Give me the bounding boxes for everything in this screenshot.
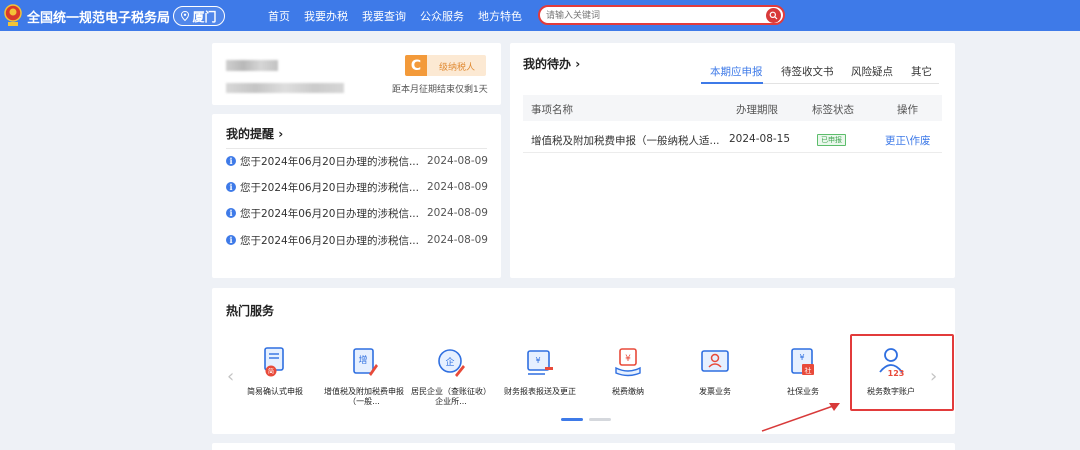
service-enterprise-income-tax[interactable]: 企 居民企业（查账征收）企业所... <box>409 346 493 416</box>
carousel-dot[interactable] <box>589 418 611 421</box>
service-label: 简易确认式申报 <box>247 387 303 396</box>
nav-tax-handling[interactable]: 我要办税 <box>304 8 348 24</box>
reminder-text: 您于2024年06月20日办理的涉税信... <box>240 155 419 168</box>
info-icon: i <box>226 182 236 192</box>
reminder-item[interactable]: i 您于2024年06月20日办理的涉税信... 2024-08-09 <box>226 205 488 221</box>
top-header: 全国统一规范电子税务局 厦门 首页 我要办税 我要查询 公众服务 地方特色 <box>0 0 1080 31</box>
financial-report-icon: ¥ <box>527 350 553 375</box>
svg-text:社: 社 <box>805 366 812 375</box>
item-deadline: 2024-08-15 <box>729 133 791 145</box>
svg-text:企: 企 <box>445 356 454 368</box>
divider <box>226 148 487 149</box>
next-section-card <box>212 443 955 450</box>
nav-query[interactable]: 我要查询 <box>362 8 406 24</box>
carousel-dot-active[interactable] <box>561 418 583 421</box>
search-button[interactable] <box>766 8 781 23</box>
service-invoice[interactable]: 发票业务 <box>673 346 757 416</box>
site-title[interactable]: 全国统一规范电子税务局 <box>27 7 170 26</box>
item-name[interactable]: 增值税及附加税费申报（一般纳税人适... <box>531 133 720 148</box>
hot-services-title: 热门服务 <box>226 304 275 318</box>
search-icon <box>769 11 778 20</box>
highlight-annotation <box>850 334 954 411</box>
reminder-item[interactable]: i 您于2024年06月20日办理的涉税信... 2024-08-09 <box>226 153 488 169</box>
vat-declare-icon: 增 <box>353 348 378 376</box>
service-tax-payment[interactable]: ¥ 税费缴纳 <box>586 346 670 416</box>
todo-card: 我的待办 › 本期应申报 待签收文书 风险疑点 其它 事项名称 办理期限 标签状… <box>510 43 955 278</box>
reminder-text: 您于2024年06月20日办理的涉税信... <box>240 207 419 220</box>
nav-local-feature[interactable]: 地方特色 <box>478 8 522 24</box>
annotation-arrow-icon <box>761 403 840 432</box>
reminder-text: 您于2024年06月20日办理的涉税信... <box>240 234 419 247</box>
grade-letter: C <box>405 55 427 76</box>
reminders-card: 我的提醒 › i 您于2024年06月20日办理的涉税信... 2024-08-… <box>212 114 501 278</box>
svg-text:¥: ¥ <box>535 356 540 365</box>
nav-public-service[interactable]: 公众服务 <box>420 8 464 24</box>
chevron-right-icon: › <box>278 127 284 141</box>
credit-grade-badge[interactable]: C 级纳税人 <box>405 55 486 76</box>
social-security-icon: ¥ 社 <box>791 348 814 375</box>
table-row: 增值税及附加税费申报（一般纳税人适... 2024-08-15 已申报 更正\作… <box>523 127 942 153</box>
service-label: 税费缴纳 <box>612 387 644 396</box>
tab-others[interactable]: 其它 <box>911 64 932 79</box>
reminder-date: 2024-08-09 <box>426 207 488 219</box>
column-header: 事项名称 <box>531 104 573 116</box>
tab-risk-doubts[interactable]: 风险疑点 <box>851 64 893 79</box>
reminders-title[interactable]: 我的提醒 › <box>226 125 283 142</box>
service-label: 财务报表报送及更正 <box>504 387 576 396</box>
deadline-notice: 距本月征期结束仅剩1天 <box>392 85 488 95</box>
blurred-company-name <box>226 60 278 71</box>
service-label: 社保业务 <box>787 387 819 396</box>
status-badge: 已申报 <box>817 134 846 146</box>
info-icon: i <box>226 156 236 166</box>
invoice-icon <box>701 350 729 372</box>
search-input[interactable] <box>546 9 756 23</box>
reminder-date: 2024-08-09 <box>426 155 488 167</box>
service-label: 居民企业（查账征收）企业所... <box>411 387 491 406</box>
table-header: 事项名称 办理期限 标签状态 操作 <box>523 95 942 121</box>
search-box <box>538 5 785 25</box>
service-label: 发票业务 <box>699 387 731 396</box>
info-icon: i <box>226 235 236 245</box>
svg-text:¥: ¥ <box>625 354 631 364</box>
chevron-right-icon: › <box>575 57 581 71</box>
city-name: 厦门 <box>192 9 217 24</box>
enterprise-tax-icon: 企 <box>438 349 465 377</box>
correct-void-link[interactable]: 更正\作废 <box>885 133 931 148</box>
column-header: 操作 <box>897 104 918 116</box>
service-financial-report[interactable]: ¥ 财务报表报送及更正 <box>498 346 582 416</box>
todo-title[interactable]: 我的待办 › <box>523 55 580 72</box>
tab-current-declaration[interactable]: 本期应申报 <box>710 64 763 79</box>
service-simple-declaration[interactable]: 简 简易确认式申报 <box>233 346 317 416</box>
todo-tabs: 本期应申报 待签收文书 风险疑点 其它 <box>701 62 939 84</box>
blurred-tax-id <box>226 83 344 93</box>
tab-documents-to-sign[interactable]: 待签收文书 <box>781 64 834 79</box>
document-stamp-icon: 简 <box>264 347 284 377</box>
taxpayer-profile-card: C 级纳税人 距本月征期结束仅剩1天 <box>212 43 501 105</box>
grade-label: 级纳税人 <box>439 63 476 73</box>
column-header: 标签状态 <box>812 104 854 116</box>
svg-text:简: 简 <box>268 368 274 376</box>
column-header: 办理期限 <box>736 104 778 116</box>
city-selector[interactable]: 厦门 <box>173 6 225 26</box>
tax-payment-icon: ¥ <box>615 348 641 377</box>
active-tab-indicator <box>701 82 763 84</box>
service-vat-declaration[interactable]: 增 增值税及附加税费申报（一般... <box>322 346 406 416</box>
main-nav: 首页 我要办税 我要查询 公众服务 地方特色 <box>268 8 522 24</box>
service-label: 增值税及附加税费申报（一般... <box>324 387 404 406</box>
info-icon: i <box>226 208 236 218</box>
svg-text:增: 增 <box>358 354 367 366</box>
reminder-item[interactable]: i 您于2024年06月20日办理的涉税信... 2024-08-09 <box>226 232 488 248</box>
reminder-date: 2024-08-09 <box>426 234 488 246</box>
reminder-date: 2024-08-09 <box>426 181 488 193</box>
svg-text:¥: ¥ <box>799 353 804 362</box>
reminder-text: 您于2024年06月20日办理的涉税信... <box>240 181 419 194</box>
tax-emblem-icon <box>4 4 22 26</box>
nav-home[interactable]: 首页 <box>268 8 290 24</box>
location-pin-icon <box>181 11 190 21</box>
reminder-item[interactable]: i 您于2024年06月20日办理的涉税信... 2024-08-09 <box>226 179 488 195</box>
